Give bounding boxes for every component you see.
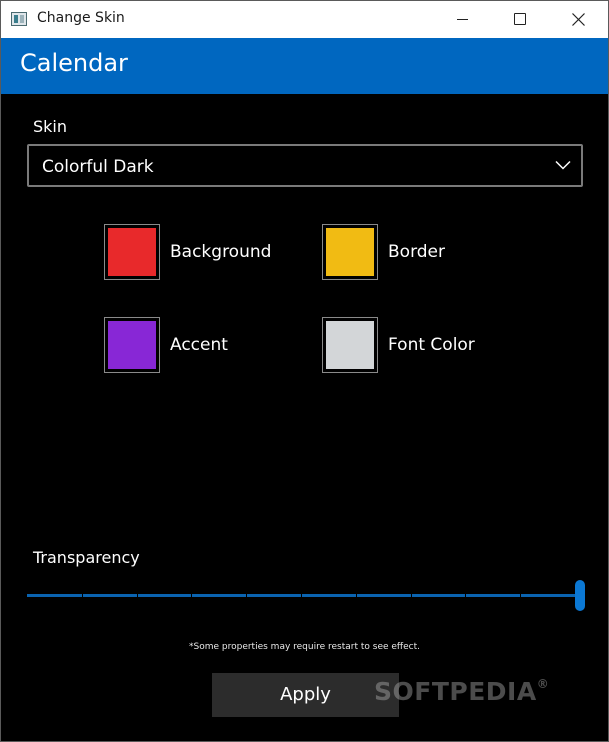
font-color-swatch[interactable]: [322, 317, 378, 373]
border-color-swatch[interactable]: [322, 224, 378, 280]
apply-button[interactable]: Apply: [212, 673, 399, 717]
skin-label: Skin: [33, 117, 68, 136]
background-color-swatch[interactable]: [104, 224, 160, 280]
window-title: Change Skin: [37, 10, 125, 26]
background-color-label: Background: [170, 242, 272, 262]
close-icon: [572, 13, 585, 26]
slider-tick: [301, 594, 302, 597]
slider-tick: [356, 594, 357, 597]
change-skin-window: Change Skin Calendar Skin Colorful Dark …: [0, 0, 609, 742]
skin-dropdown[interactable]: Colorful Dark: [27, 144, 583, 187]
border-color-label: Border: [388, 242, 445, 262]
watermark-registered-mark: ®: [536, 677, 550, 691]
watermark-text: SOFTPEDIA: [374, 677, 537, 706]
accent-color-label: Accent: [170, 335, 228, 355]
chevron-down-icon: [555, 160, 571, 170]
title-bar: Change Skin: [1, 1, 608, 38]
slider-tick: [82, 594, 83, 597]
skin-selected-value: Colorful Dark: [42, 157, 154, 177]
slider-tick: [191, 594, 192, 597]
slider-thumb[interactable]: [575, 580, 585, 611]
header-band: Calendar: [1, 38, 608, 94]
slider-tick: [520, 594, 521, 597]
transparency-slider[interactable]: [27, 580, 585, 612]
minimize-button[interactable]: [433, 1, 492, 38]
maximize-button[interactable]: [492, 1, 551, 38]
close-button[interactable]: [550, 1, 608, 38]
font-color-label: Font Color: [388, 335, 475, 355]
restart-note: *Some properties may require restart to …: [189, 642, 420, 652]
app-icon: [11, 12, 27, 26]
slider-tick: [246, 594, 247, 597]
slider-tick: [137, 594, 138, 597]
page-title: Calendar: [20, 49, 128, 77]
slider-tick: [465, 594, 466, 597]
softpedia-watermark: SOFTPEDIA®: [374, 677, 549, 706]
slider-tick: [411, 594, 412, 597]
transparency-label: Transparency: [33, 548, 140, 567]
accent-color-swatch[interactable]: [104, 317, 160, 373]
